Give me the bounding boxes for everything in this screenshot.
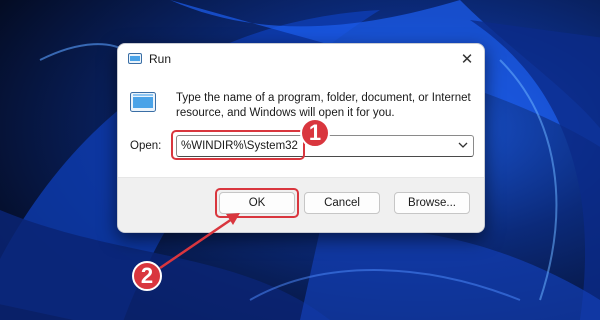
cancel-button[interactable]: Cancel: [304, 192, 380, 214]
close-button[interactable]: ✕: [450, 44, 484, 74]
browse-button[interactable]: Browse...: [394, 192, 470, 214]
run-app-icon: [128, 53, 142, 64]
dialog-title: Run: [149, 52, 172, 66]
step-2-badge: 2: [132, 261, 162, 291]
ok-button[interactable]: OK: [219, 192, 295, 214]
chevron-down-icon[interactable]: [457, 139, 469, 151]
input-highlight-box: [171, 130, 305, 160]
close-icon: ✕: [460, 51, 474, 68]
run-app-icon: [130, 92, 156, 112]
dialog-description: Type the name of a program, folder, docu…: [176, 92, 471, 119]
open-label: Open:: [130, 140, 162, 152]
step-1-badge: 1: [300, 118, 330, 148]
